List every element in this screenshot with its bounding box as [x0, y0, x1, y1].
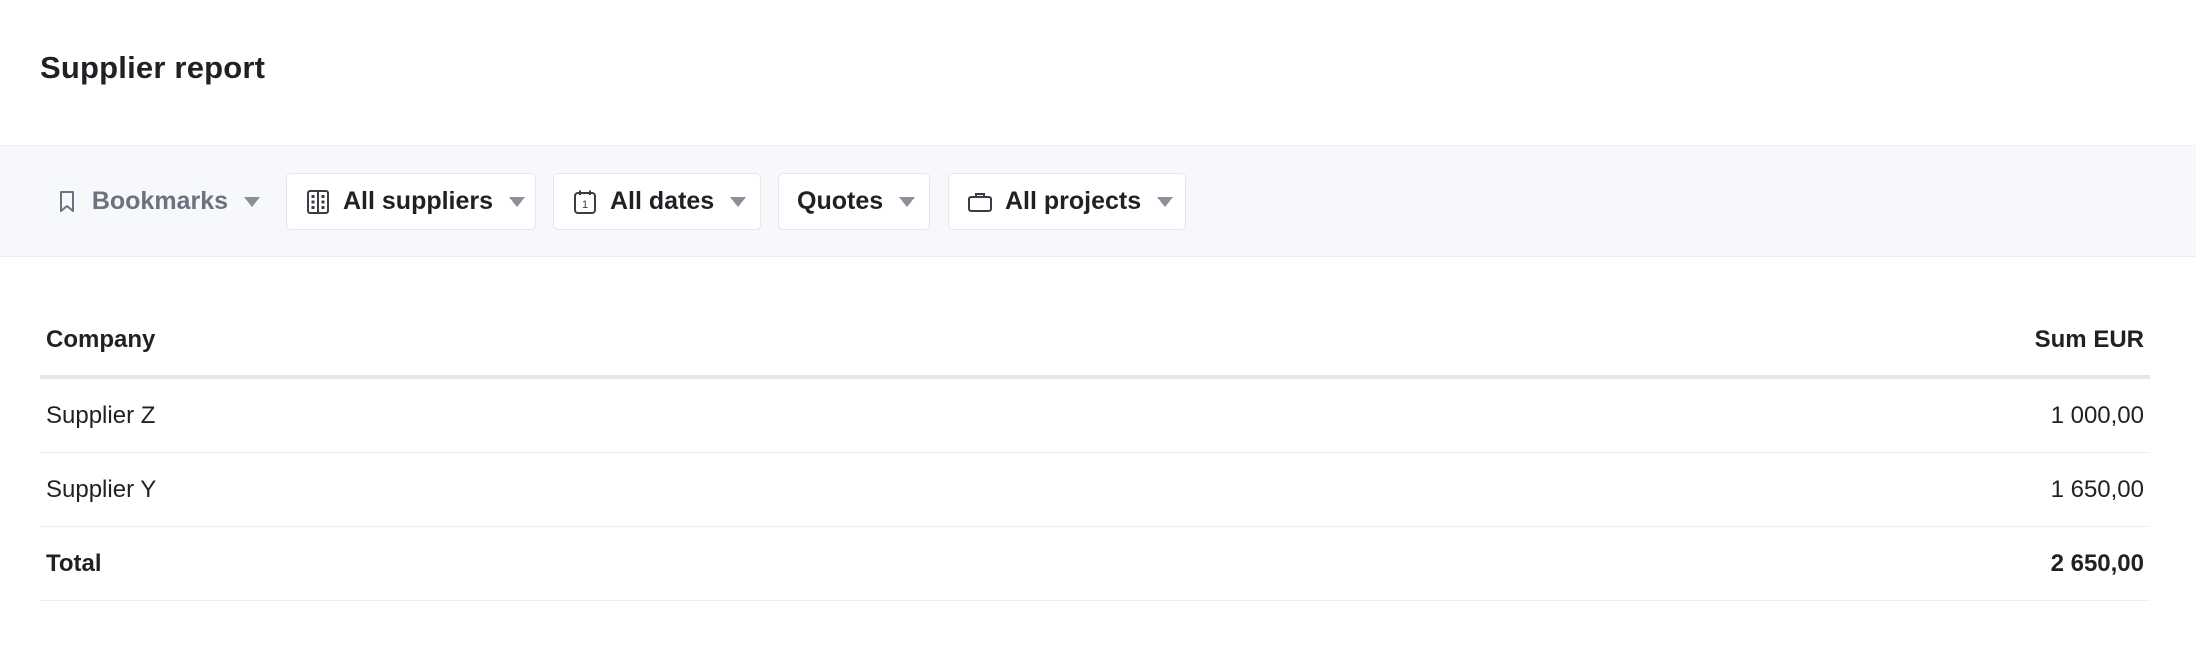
column-header-company[interactable]: Company [40, 305, 1100, 379]
bookmarks-label: Bookmarks [91, 187, 228, 215]
chevron-down-icon [509, 196, 526, 207]
suppliers-filter[interactable]: All suppliers [286, 173, 536, 230]
building-icon [305, 189, 331, 215]
chevron-down-icon [730, 196, 747, 207]
sum-cell: 1 000,00 [1099, 377, 2150, 453]
page-header: Supplier report [0, 0, 2196, 145]
calendar-day-text: 1 [582, 199, 588, 211]
bookmarks-dropdown[interactable]: Bookmarks [40, 173, 260, 230]
chevron-down-icon [1157, 196, 1174, 207]
document-type-filter[interactable]: Quotes [778, 173, 930, 230]
sum-cell: 1 650,00 [1099, 452, 2150, 527]
dates-label: All dates [610, 187, 715, 215]
filter-bar: Bookmarks All suppliers 1 All dates Quot… [0, 145, 2196, 257]
projects-filter[interactable]: All projects [948, 173, 1186, 230]
column-header-sum[interactable]: Sum EUR [1099, 305, 2150, 379]
suppliers-label: All suppliers [343, 187, 494, 215]
chevron-down-icon [899, 196, 916, 207]
supplier-report-table: Company Sum EUR Supplier Z 1 000,00 Supp… [40, 305, 2150, 601]
bookmark-icon [54, 189, 80, 215]
total-row: Total 2 650,00 [40, 526, 2150, 601]
briefcase-icon [967, 189, 993, 215]
company-cell: Supplier Z [40, 377, 1100, 453]
table-header-row: Company Sum EUR [40, 305, 2150, 379]
projects-label: All projects [1005, 187, 1142, 215]
quotes-label: Quotes [797, 187, 884, 215]
dates-filter[interactable]: 1 All dates [553, 173, 761, 230]
page-title: Supplier report [40, 50, 266, 85]
table-row[interactable]: Supplier Y 1 650,00 [40, 452, 2150, 527]
company-cell: Supplier Y [40, 452, 1100, 527]
chevron-down-icon [244, 196, 260, 207]
table-row[interactable]: Supplier Z 1 000,00 [40, 377, 2150, 453]
total-sum: 2 650,00 [1099, 526, 2150, 601]
total-label: Total [40, 526, 1100, 601]
calendar-icon: 1 [572, 189, 598, 215]
